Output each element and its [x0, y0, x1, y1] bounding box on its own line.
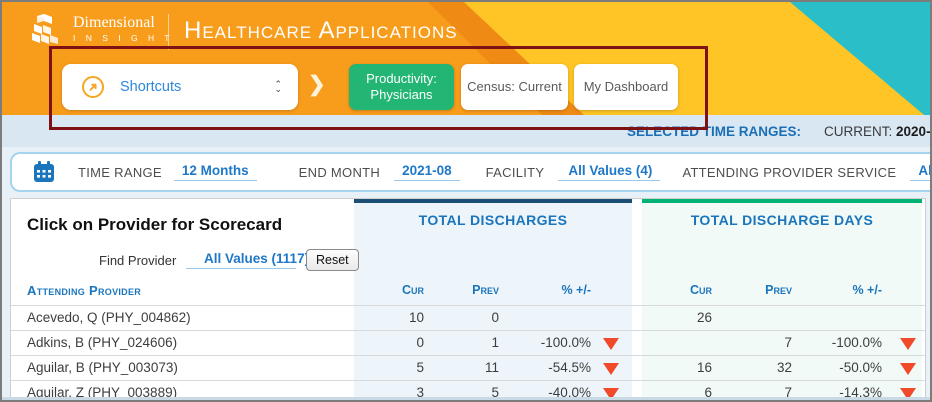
table-row[interactable]: Acevedo, Q (PHY_004862) 10 0 26 — [11, 305, 926, 330]
bottom-edge-strip — [2, 397, 930, 400]
facility-label: FACILITY — [486, 165, 545, 180]
find-provider-label: Find Provider — [99, 253, 176, 268]
discharges-prev-header: Prev — [424, 283, 499, 297]
filter-bar: TIME RANGE 12 Months END MONTH 2021-08 F… — [10, 152, 932, 192]
find-provider-value[interactable]: All Values (1117) — [186, 251, 296, 269]
end-month-value[interactable]: 2021-08 — [394, 163, 460, 181]
days-prev-header: Prev — [712, 283, 792, 297]
shortcut-button-productivity-physicians[interactable]: Productivity: Physicians — [349, 64, 454, 110]
end-month-label: END MONTH — [299, 165, 380, 180]
discharges-cur-value: 0 — [354, 335, 424, 350]
provider-name[interactable]: Acevedo, Q (PHY_004862) — [27, 310, 191, 325]
total-discharges-title: TOTAL DISCHARGES — [354, 212, 632, 228]
facility-value[interactable]: All Values (4) — [558, 163, 660, 181]
trend-down-icon — [900, 338, 916, 350]
selected-time-ranges-band: SELECTED TIME RANGES: CURRENT: 2020-S — [2, 115, 930, 147]
days-prev-value: 7 — [712, 335, 792, 350]
table-row[interactable]: Aguilar, B (PHY_003073) 5 11 -54.5% 16 3… — [11, 355, 926, 380]
shortcut-button-my-dashboard[interactable]: My Dashboard — [574, 64, 678, 110]
time-range-value[interactable]: 12 Months — [174, 163, 257, 181]
shortcuts-dropdown-label: Shortcuts — [120, 79, 274, 95]
discharges-cur-value: 10 — [354, 310, 424, 325]
days-pct-value: -100.0% — [792, 335, 882, 350]
stepper-icon[interactable]: ⌃⌄ — [274, 82, 282, 92]
app-window: Dimensional I N S I G H T Healthcare App… — [0, 0, 932, 402]
days-cur-value: 16 — [642, 360, 712, 375]
table-row[interactable]: Adkins, B (PHY_024606) 0 1 -100.0% 7 -10… — [11, 330, 926, 355]
provider-table-panel: TOTAL DISCHARGES TOTAL DISCHARGE DAYS Cl… — [10, 198, 926, 402]
trend-down-icon — [900, 363, 916, 375]
cubes-logo-icon — [30, 12, 64, 44]
table-header-row: Attending Provider Cur Prev % +/- Cur Pr… — [11, 283, 926, 305]
discharges-prev-value: 1 — [424, 335, 499, 350]
logo-text-insight: I N S I G H T — [73, 33, 174, 43]
discharges-prev-value: 11 — [424, 360, 499, 375]
discharges-prev-value: 0 — [424, 310, 499, 325]
current-range-value: 2020-S — [896, 124, 932, 139]
provider-name[interactable]: Adkins, B (PHY_024606) — [27, 335, 177, 350]
find-provider-row: Find Provider All Values (1117) Reset — [11, 249, 354, 273]
selected-time-ranges-label: SELECTED TIME RANGES: — [627, 124, 801, 139]
calendar-icon — [32, 160, 56, 184]
trend-down-icon — [603, 363, 619, 375]
logo-text-dimensional: Dimensional — [73, 14, 174, 32]
page-title: Healthcare Applications — [184, 17, 458, 45]
days-prev-value: 32 — [712, 360, 792, 375]
trend-down-icon — [603, 338, 619, 350]
time-range-label: TIME RANGE — [78, 165, 162, 180]
dimensional-insight-logo: Dimensional I N S I G H T — [30, 12, 174, 44]
days-pct-value: -50.0% — [792, 360, 882, 375]
attending-provider-service-value[interactable]: All Valu — [910, 163, 932, 181]
attending-provider-column-header: Attending Provider — [27, 283, 141, 298]
shortcut-arrow-icon: ➜ — [82, 76, 104, 98]
current-range-text: CURRENT: 2020-S — [824, 124, 932, 139]
days-pct-header: % +/- — [792, 283, 882, 297]
discharges-pct-value: -100.0% — [499, 335, 591, 350]
reset-button[interactable]: Reset — [306, 249, 359, 271]
provider-name[interactable]: Aguilar, B (PHY_003073) — [27, 360, 178, 375]
chevron-right-icon[interactable]: ❯ — [308, 72, 326, 97]
total-discharge-days-title: TOTAL DISCHARGE DAYS — [642, 212, 922, 228]
panel-heading: Click on Provider for Scorecard — [27, 215, 282, 235]
discharges-pct-value: -54.5% — [499, 360, 591, 375]
discharges-pct-header: % +/- — [499, 283, 591, 297]
days-cur-header: Cur — [642, 283, 712, 297]
discharges-cur-value: 5 — [354, 360, 424, 375]
table-body: Acevedo, Q (PHY_004862) 10 0 26 Adkins, … — [11, 305, 926, 402]
shortcuts-dropdown[interactable]: ➜ Shortcuts ⌃⌄ — [62, 64, 298, 110]
shortcuts-toolbar: ➜ Shortcuts ⌃⌄ ❯ Productivity: Physician… — [2, 64, 930, 110]
discharges-cur-header: Cur — [354, 283, 424, 297]
days-cur-value: 26 — [642, 310, 712, 325]
shortcut-button-census-current[interactable]: Census: Current — [461, 64, 568, 110]
header-divider — [168, 14, 169, 50]
attending-provider-service-label: ATTENDING PROVIDER SERVICE — [682, 165, 896, 180]
